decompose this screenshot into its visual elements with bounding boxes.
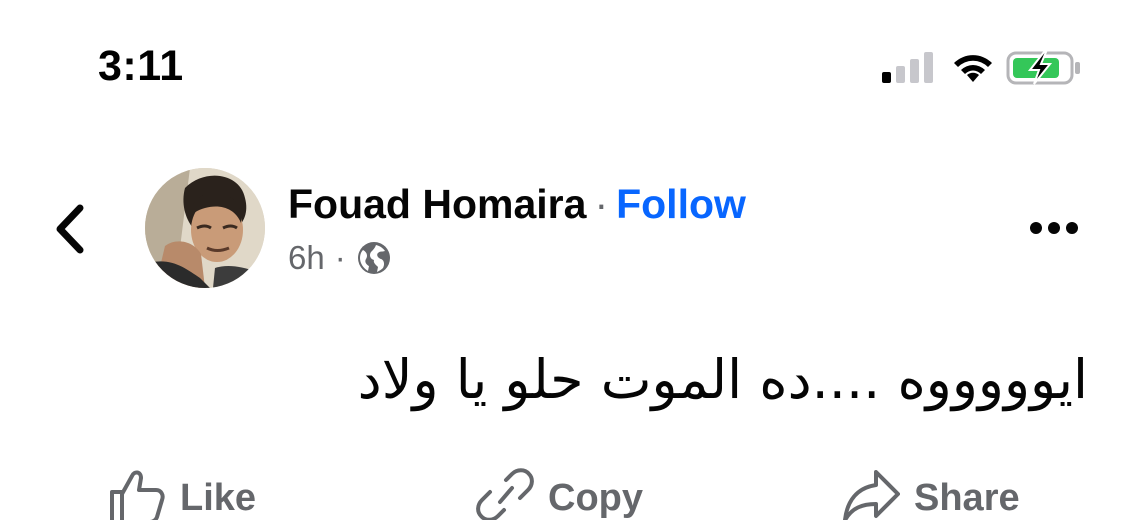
share-arrow-icon [843, 470, 900, 520]
copy-label: Copy [548, 477, 643, 519]
cellular-signal-icon [882, 52, 933, 83]
share-button[interactable]: Share [842, 466, 1020, 520]
post-header-line: Fouad Homaira · Follow [288, 180, 746, 228]
post-meta: 6h · [288, 238, 392, 278]
battery-charging-icon [1006, 51, 1080, 85]
meta-separator: · [334, 239, 346, 276]
back-button[interactable] [46, 200, 94, 258]
thumbs-up-icon [110, 470, 165, 520]
like-label: Like [180, 477, 257, 519]
author-name[interactable]: Fouad Homaira [288, 181, 586, 227]
post-text: ايوووووه ....ده الموت حلو يا ولاد [357, 348, 1088, 411]
status-icons [0, 0, 1125, 110]
post-timestamp[interactable]: 6h [288, 238, 325, 278]
header-separator: · [594, 181, 609, 227]
globe-icon [357, 242, 390, 274]
share-label: Share [914, 477, 1020, 519]
like-button[interactable]: Like [108, 466, 256, 520]
author-avatar[interactable] [145, 168, 265, 288]
more-options-button[interactable] [1028, 218, 1080, 238]
follow-button[interactable]: Follow [616, 181, 746, 227]
author-photo [145, 168, 265, 288]
link-icon [476, 468, 534, 520]
copy-button[interactable]: Copy [476, 466, 643, 520]
wifi-icon [954, 55, 992, 82]
